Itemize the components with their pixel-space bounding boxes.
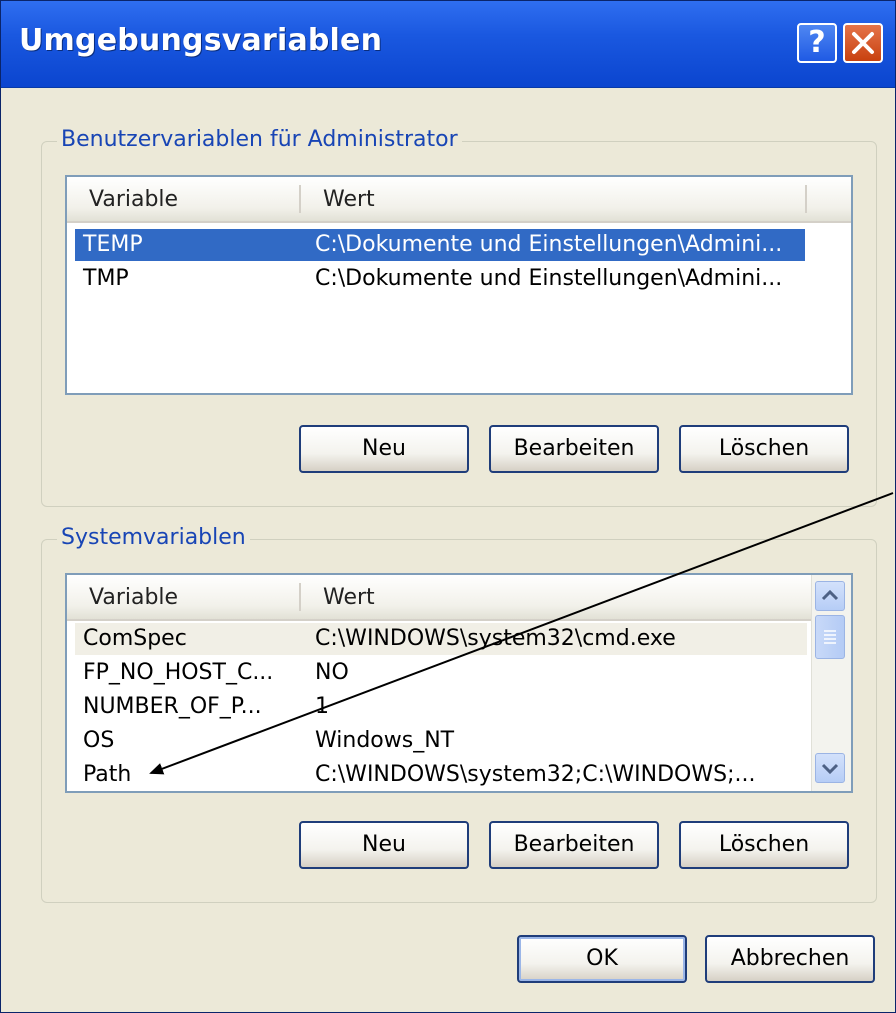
annotation-arrow-icon [149, 492, 894, 775]
environment-variables-dialog: Umgebungsvariablen ? Benutzervariablen f… [0, 0, 896, 1013]
